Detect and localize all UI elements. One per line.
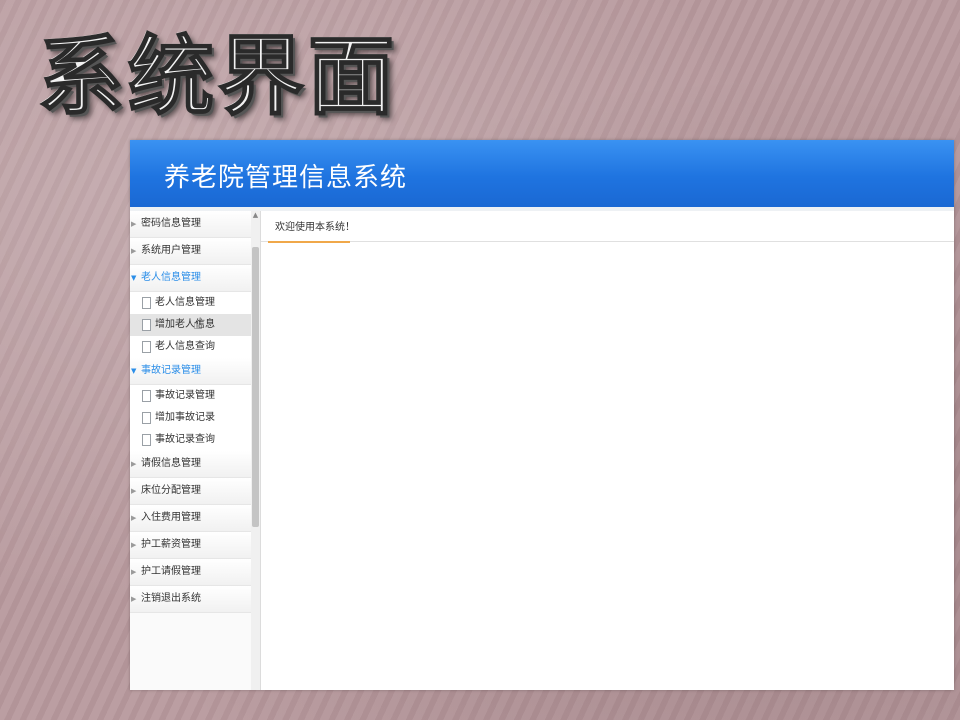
document-icon [142,434,151,446]
menu-item-add-elder-info[interactable]: 增加老人信息 ☝ [130,314,251,336]
tab-label: 欢迎使用本系统！ [275,222,355,233]
menu-group-accident-records[interactable]: ▼ 事故记录管理 [130,358,251,385]
sidebar-scrollbar[interactable]: ▲ [251,211,261,690]
menu-group-label: 注销退出系统 [141,593,201,604]
menu-group-label: 事故记录管理 [141,365,201,376]
document-icon [142,297,151,309]
menu-item-elder-info-query[interactable]: 老人信息查询 [130,336,251,358]
app-title: 养老院管理信息系统 [164,163,408,193]
menu-item-label: 增加老人信息 [155,319,215,330]
menu-group-label: 护工请假管理 [141,566,201,577]
document-icon [142,412,151,424]
sidebar-menu: ▶ 密码信息管理 ▶ 系统用户管理 ▼ 老人信息管理 老人信息管理 增加老人信息… [130,211,252,690]
menu-item-label: 事故记录查询 [155,434,215,445]
tab-welcome[interactable]: 欢迎使用本系统！ [268,211,355,243]
chevron-right-icon: ▶ [131,460,137,468]
menu-group-caregiver-salary[interactable]: ▶ 护工薪资管理 [130,532,251,559]
hand-cursor-icon: ☝ [193,314,203,333]
menu-group-label: 床位分配管理 [141,485,201,496]
menu-group-bed-allocation[interactable]: ▶ 床位分配管理 [130,478,251,505]
scroll-thumb[interactable] [252,247,259,527]
slide-title: 系统界面 [37,25,398,128]
menu-group-elder-info[interactable]: ▼ 老人信息管理 [130,265,251,292]
chevron-right-icon: ▶ [131,220,137,228]
menu-group-label: 系统用户管理 [141,245,201,256]
chevron-right-icon: ▶ [131,541,137,549]
menu-group-label: 请假信息管理 [141,458,201,469]
document-icon [142,319,151,331]
menu-item-label: 老人信息查询 [155,341,215,352]
main-content: 欢迎使用本系统！ [261,211,954,690]
menu-group-label: 密码信息管理 [141,218,201,229]
app-header: 养老院管理信息系统 [130,140,954,207]
menu-item-elder-info-manage[interactable]: 老人信息管理 [130,292,251,314]
chevron-right-icon: ▶ [131,487,137,495]
chevron-right-icon: ▶ [131,247,137,255]
scroll-up-icon[interactable]: ▲ [252,211,259,219]
chevron-right-icon: ▶ [131,595,137,603]
menu-item-accident-manage[interactable]: 事故记录管理 [130,385,251,407]
menu-group-logout[interactable]: ▶ 注销退出系统 [130,586,251,613]
menu-item-label: 增加事故记录 [155,412,215,423]
app-window: 养老院管理信息系统 ▶ 密码信息管理 ▶ 系统用户管理 ▼ 老人信息管理 老人信… [130,140,954,690]
menu-group-label: 入住费用管理 [141,512,201,523]
document-icon [142,390,151,402]
menu-item-label: 老人信息管理 [155,297,215,308]
menu-group-leave-info[interactable]: ▶ 请假信息管理 [130,451,251,478]
menu-group-label: 老人信息管理 [141,272,201,283]
menu-group-label: 护工薪资管理 [141,539,201,550]
tab-bar: 欢迎使用本系统！ [261,211,954,243]
menu-item-label: 事故记录管理 [155,390,215,401]
menu-group-password[interactable]: ▶ 密码信息管理 [130,211,251,238]
menu-group-caregiver-leave[interactable]: ▶ 护工请假管理 [130,559,251,586]
chevron-down-icon: ▼ [131,367,137,375]
menu-item-accident-query[interactable]: 事故记录查询 [130,429,251,451]
document-icon [142,341,151,353]
chevron-right-icon: ▶ [131,568,137,576]
menu-group-checkin-fees[interactable]: ▶ 入住费用管理 [130,505,251,532]
menu-item-add-accident[interactable]: 增加事故记录 [130,407,251,429]
chevron-right-icon: ▶ [131,514,137,522]
menu-group-system-users[interactable]: ▶ 系统用户管理 [130,238,251,265]
chevron-down-icon: ▼ [131,274,137,282]
